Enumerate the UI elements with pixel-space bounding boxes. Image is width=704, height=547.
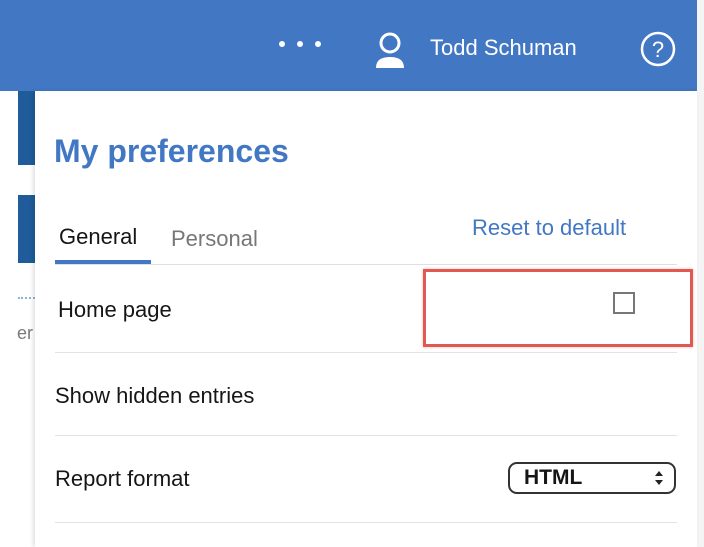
background-block <box>18 195 35 263</box>
background-block <box>18 91 35 165</box>
report-format-value: HTML <box>524 466 583 489</box>
window-edge <box>697 0 704 547</box>
more-icon[interactable] <box>279 33 321 55</box>
report-format-select[interactable]: HTML <box>508 462 676 494</box>
tab-general[interactable]: General <box>55 222 151 264</box>
help-icon[interactable]: ? <box>639 30 677 68</box>
background-text: er <box>17 323 34 343</box>
show-hidden-label: Show hidden entries <box>55 383 255 408</box>
page-title: My preferences <box>54 133 289 169</box>
background-divider <box>18 297 35 299</box>
show-hidden-row: Show hidden entries <box>55 353 677 436</box>
select-arrows-icon <box>655 471 663 485</box>
reset-to-default-link[interactable]: Reset to default <box>472 213 626 243</box>
show-hidden-checkbox[interactable] <box>613 292 635 314</box>
user-name[interactable]: Todd Schuman <box>430 31 577 65</box>
tab-personal[interactable]: Personal <box>171 224 258 264</box>
home-page-row: Home page <box>55 265 677 353</box>
top-bar: Todd Schuman ? <box>0 0 697 91</box>
svg-text:?: ? <box>652 37 664 62</box>
home-page-label: Home page <box>58 297 172 322</box>
report-format-label: Report format <box>55 466 190 491</box>
user-icon[interactable] <box>372 30 408 70</box>
